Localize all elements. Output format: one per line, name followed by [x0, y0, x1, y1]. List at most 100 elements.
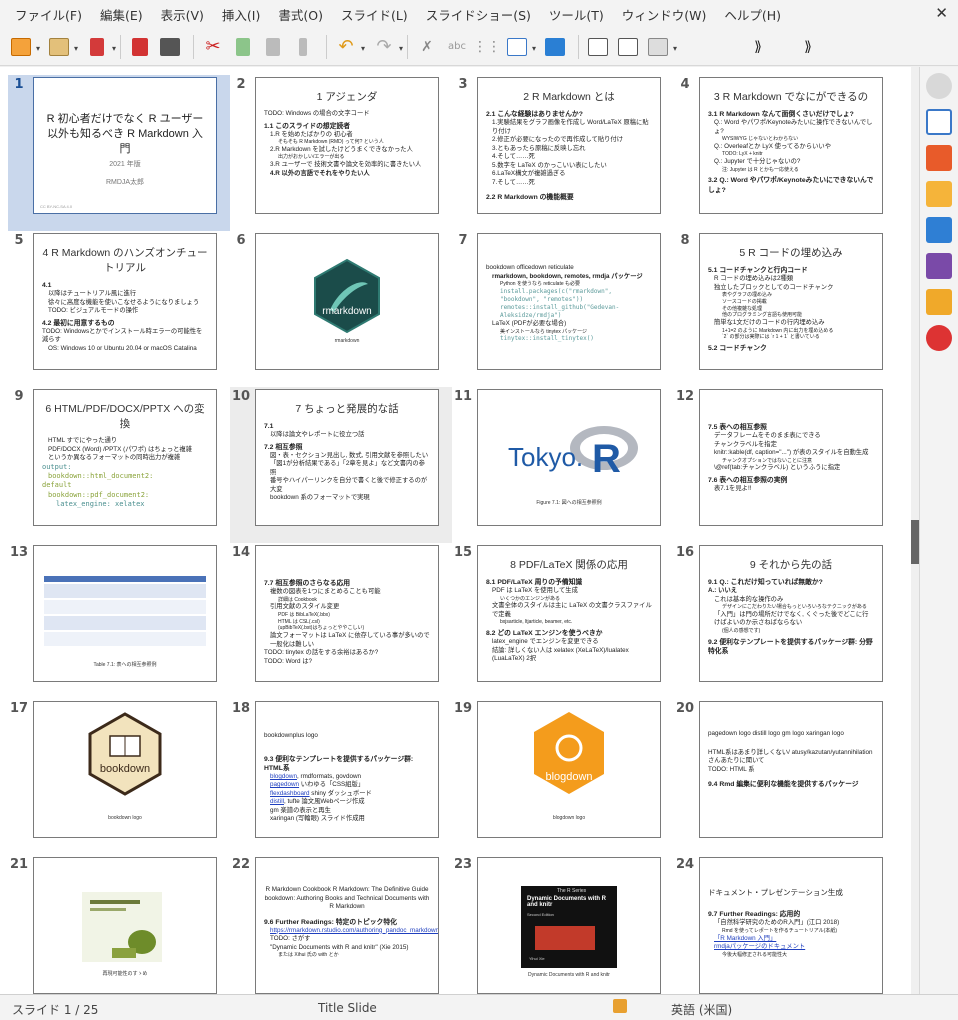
menu-tools[interactable]: ツール(T): [540, 5, 613, 24]
properties-icon[interactable]: [926, 73, 952, 99]
save-icon[interactable]: ▾: [84, 34, 116, 60]
start-current-icon[interactable]: [615, 34, 641, 60]
figure-caption: 再現可能性のすゝめ: [102, 971, 148, 977]
slide-thumb-20[interactable]: 20 pagedown logo distill logo gm logo xa…: [674, 699, 896, 855]
menu-help[interactable]: ヘルプ(H): [715, 5, 790, 24]
slide-text: Q.: Jupyter で十分じゃないの?: [714, 158, 801, 166]
link[interactable]: flexdashboard: [270, 790, 310, 797]
slide-footer: CC BY-NC-SA 4.0: [40, 204, 73, 209]
start-first-icon[interactable]: [585, 34, 611, 60]
slide-text: または Xihui 氏の with とか: [278, 952, 339, 959]
menu-view[interactable]: 表示(V): [152, 5, 213, 24]
link[interactable]: rmdjaパッケージのドキュメント: [708, 943, 874, 952]
slide-text: pagedown logo distill logo gm logo xarin…: [708, 730, 844, 737]
slide-preview: Table 7.1: 表への相互参照例: [33, 545, 217, 682]
table-icon[interactable]: ▾: [645, 34, 677, 60]
slide-thumb-15[interactable]: 15 8 PDF/LaTeX 関係の応用 8.1 PDF/LaTeX 周りの予備…: [452, 543, 674, 699]
slide-number: 17: [9, 701, 29, 716]
redo-icon[interactable]: ↷ ▾: [371, 34, 403, 60]
slide-text: Rmd を使ってレポートを作るチュートリアル(本紙): [722, 927, 837, 934]
export-pdf-icon[interactable]: [127, 34, 153, 60]
slide-thumb-13[interactable]: 13 Table 7.1: 表への相互参照例: [8, 543, 230, 699]
slide-thumb-2[interactable]: 2 1 アジェンダ TODO: Windows の場合の文字コード 1.1 この…: [230, 75, 452, 231]
document-modified-icon[interactable]: [613, 999, 627, 1013]
print-icon[interactable]: [157, 34, 183, 60]
link[interactable]: distill: [270, 798, 284, 805]
display-icon[interactable]: [542, 34, 568, 60]
slide-thumb-11[interactable]: 11 Tokyo. R Figure 7.1: 図への相互参照例: [452, 387, 674, 543]
scrollbar-thumb[interactable]: [911, 520, 919, 564]
more-icon[interactable]: ⟫: [745, 34, 771, 60]
slide-number: 9: [14, 389, 24, 404]
slide-heading: 9.4 Rmd 編集に便利な機能を提供するパッケージ: [708, 781, 859, 788]
animation-icon[interactable]: [926, 145, 952, 171]
menu-window[interactable]: ウィンドウ(W): [613, 5, 716, 24]
slide-number: 3: [458, 77, 468, 92]
rmarkdown-logo: rmarkdown: [314, 258, 380, 334]
slide-heading: 5.1 コードチャンクと行内コード: [708, 267, 808, 274]
slide-thumb-21[interactable]: 21 再現可能性のすゝめ: [8, 855, 230, 994]
link[interactable]: pagedown: [270, 781, 299, 788]
menu-edit[interactable]: 編集(E): [91, 5, 152, 24]
slide-preview: pagedown logo distill logo gm logo xarin…: [699, 701, 883, 838]
slide-text: 2.修正が必要になったので再作成して貼り付け: [492, 136, 624, 144]
new-slide-icon[interactable]: ▾: [8, 34, 40, 60]
menu-slide[interactable]: スライド(L): [332, 5, 417, 24]
styles-icon[interactable]: [926, 253, 952, 279]
language-status[interactable]: 英語 (米国): [671, 1001, 732, 1018]
slide-thumb-24[interactable]: 24 ドキュメント・プレゼンテーション生成 9.7 Further Readin…: [674, 855, 896, 994]
slide-thumb-10[interactable]: 10 7 ちょっと発展的な話 7.1 以降は論文やレポートに役立つ話 7.2 相…: [230, 387, 452, 543]
grid-icon[interactable]: ⋮⋮: [473, 34, 501, 60]
paste-icon[interactable]: [260, 34, 286, 60]
slide-thumb-16[interactable]: 16 9 それから先の話 9.1 Q.: これだけ知っていれば無敵か? A.: …: [674, 543, 896, 699]
undo-icon[interactable]: ↶ ▾: [333, 34, 365, 60]
more-2-icon[interactable]: ⟫: [795, 34, 821, 60]
slide-text: `2` の部分は実際には `r 1 + 1` と書いている: [722, 334, 820, 341]
slide-thumb-1[interactable]: 1 R 初心者だけでなく R ユーザー以外も知るべき R Markdown 入門…: [8, 75, 230, 231]
slide-thumb-14[interactable]: 14 7.7 相互参照のさらなる応用 複数の図表を1つにまとめることも可能 詳細…: [230, 543, 452, 699]
slide-number: 2: [236, 77, 246, 92]
menu-format[interactable]: 書式(O): [269, 5, 332, 24]
layout-icon[interactable]: ▾: [504, 34, 536, 60]
clone-format-icon[interactable]: [290, 34, 316, 60]
slide-number: 19: [453, 701, 473, 716]
slide-text: ソースコードの掲載: [722, 298, 767, 305]
slide-thumb-8[interactable]: 8 5 R コードの埋め込み 5.1 コードチャンクと行内コード R コードの埋…: [674, 231, 896, 387]
slide-transition-icon[interactable]: [926, 109, 952, 135]
slide-thumb-9[interactable]: 9 6 HTML/PDF/DOCX/PPTX への変換 HTML すでにやった通…: [8, 387, 230, 543]
slide-thumb-12[interactable]: 12 7.5 表への相互参照 データフレームをそのまま表にできる チャンクラベル…: [674, 387, 896, 543]
link[interactable]: 「R Markdown 入門」: [708, 935, 874, 944]
slide-thumb-23[interactable]: 23 The R Series Dynamic Documents with R…: [452, 855, 674, 994]
slide-thumb-4[interactable]: 4 3 R Markdown でなにができるの 3.1 R Markdown な…: [674, 75, 896, 231]
slide-thumb-18[interactable]: 18 bookdownplus logo 9.3 便利なテンプレートを提供するパ…: [230, 699, 452, 855]
slide-title: 7 ちょっと発展的な話: [295, 403, 399, 415]
slide-thumb-5[interactable]: 5 4 R Markdown のハンズオンチュートリアル 4.1 以降はチュート…: [8, 231, 230, 387]
slide-thumb-19[interactable]: 19 blogdown blogdown logo: [452, 699, 674, 855]
slide-text: HTML系はあまり詳しくない/ atusy/kazutan/yutannihil…: [708, 748, 873, 765]
close-document-icon[interactable]: ✕: [935, 4, 948, 22]
navigator-compass-icon[interactable]: [926, 325, 952, 351]
slide-preview: 7.7 相互参照のさらなる応用 複数の図表を1つにまとめることも可能 詳細は C…: [255, 545, 439, 682]
navigator-icon[interactable]: [926, 217, 952, 243]
slide-heading: 9.7 Further Readings: 応用的: [708, 911, 801, 919]
link[interactable]: https://rmarkdown.rstudio.com/authoring_…: [264, 927, 438, 936]
slide-thumb-3[interactable]: 3 2 R Markdown とは 2.1 こんな経験はありませんか? 1.実験…: [452, 75, 674, 231]
cut-icon[interactable]: ✂: [200, 34, 226, 60]
slide-thumb-6[interactable]: 6 rmarkdown rmarkdown: [230, 231, 452, 387]
slide-preview: 3 R Markdown でなにができるの 3.1 R Markdown なんて…: [699, 77, 883, 214]
slide-text: 4.R 以外の言語でそれをやりたい人: [270, 169, 370, 177]
slide-thumb-17[interactable]: 17 bookdown bookdown logo: [8, 699, 230, 855]
slide-thumb-22[interactable]: 22 R Markdown Cookbook R Markdown: The D…: [230, 855, 452, 994]
spelling-icon[interactable]: ✗: [414, 34, 440, 60]
autospell-icon[interactable]: abc: [444, 34, 470, 60]
menu-slideshow[interactable]: スライドショー(S): [417, 5, 540, 24]
menu-insert[interactable]: 挿入(I): [213, 5, 269, 24]
menu-file[interactable]: ファイル(F): [6, 5, 91, 24]
gallery-icon[interactable]: [926, 181, 952, 207]
link[interactable]: blogdown: [270, 773, 297, 780]
slide-heading: 8.2 どの LaTeX エンジンを使うべきか: [486, 630, 603, 638]
copy-icon[interactable]: [230, 34, 256, 60]
open-folder-icon[interactable]: ▾: [46, 34, 78, 60]
slide-thumb-7[interactable]: 7 bookdown officedown reticulate rmarkdo…: [452, 231, 674, 387]
master-slides-icon[interactable]: [926, 289, 952, 315]
